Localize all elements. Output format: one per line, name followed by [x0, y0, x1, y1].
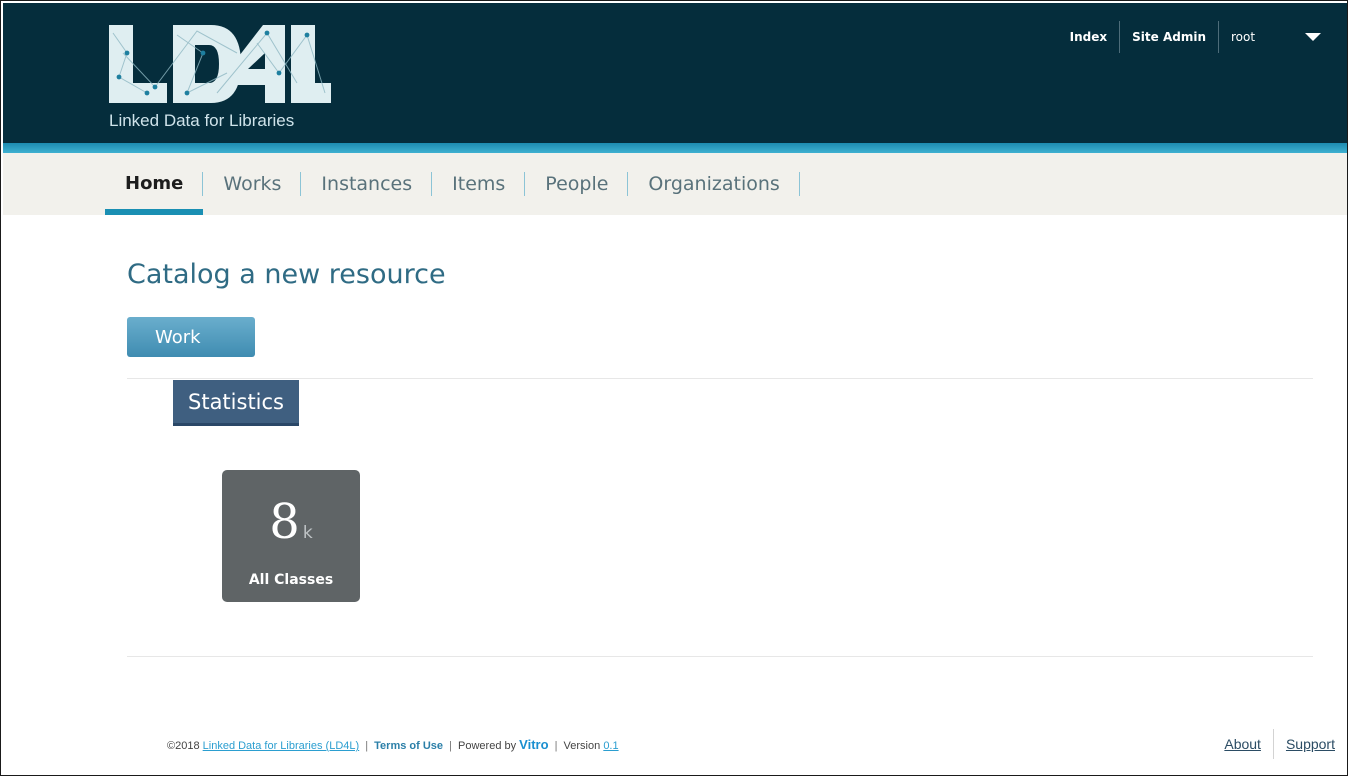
vitro-link[interactable]: Vitro [519, 737, 548, 752]
nav-item-label: People [545, 173, 609, 195]
nav-item-label: Organizations [648, 173, 780, 195]
primary-nav: Home Works Instances Items People Organi… [3, 153, 1347, 215]
page-title: Catalog a new resource [127, 259, 446, 290]
copyright-text: ©2018 [167, 740, 200, 752]
site-admin-link[interactable]: Site Admin [1120, 21, 1219, 53]
footer-separator: | [554, 740, 558, 752]
section-divider [127, 378, 1313, 379]
user-menu: Index Site Admin root [1058, 21, 1321, 53]
nav-item-label: Instances [321, 173, 413, 195]
version-link[interactable]: 0.1 [603, 740, 618, 752]
stat-unit: k [302, 523, 313, 543]
footer-separator: | [365, 740, 369, 752]
powered-by-text: Powered by [458, 740, 517, 752]
stat-tile-all-classes[interactable]: 8k All Classes [222, 470, 360, 602]
footer-credits: ©2018 Linked Data for Libraries (LD4L) |… [167, 737, 619, 752]
work-button[interactable]: Work [127, 317, 255, 357]
version-label: Version [563, 740, 601, 752]
active-tab-indicator [105, 209, 204, 215]
nav-item-label: Works [223, 173, 282, 195]
statistics-heading: Statistics [173, 380, 299, 426]
chevron-down-icon[interactable] [1305, 33, 1321, 41]
stat-value-group: 8k [222, 494, 360, 561]
primary-nav-list: Home Works Instances Items People Organi… [105, 153, 801, 215]
ld4l-logo-icon [109, 25, 331, 103]
logo-tagline: Linked Data for Libraries [109, 111, 295, 130]
footer-divider [127, 656, 1313, 657]
footer-separator: | [449, 740, 452, 752]
nav-item-instances[interactable]: Instances [301, 153, 432, 215]
terms-of-use-link[interactable]: Terms of Use [374, 740, 443, 752]
org-link[interactable]: Linked Data for Libraries (LD4L) [203, 740, 360, 752]
about-link[interactable]: About [1224, 729, 1274, 759]
support-link[interactable]: Support [1274, 729, 1335, 759]
stat-label: All Classes [248, 572, 334, 588]
index-link[interactable]: Index [1058, 21, 1121, 53]
nav-item-label: Items [452, 173, 506, 195]
header-accent-stripe [3, 143, 1347, 153]
nav-item-organizations[interactable]: Organizations [628, 153, 801, 215]
site-logo[interactable]: Linked Data for Libraries [107, 23, 347, 135]
nav-item-works[interactable]: Works [203, 153, 302, 215]
footer-links: About Support [1224, 729, 1335, 759]
app-frame: Linked Data for Libraries Index Site Adm… [0, 0, 1348, 776]
user-name[interactable]: root [1219, 21, 1301, 53]
nav-item-label: Home [125, 173, 184, 194]
nav-item-people[interactable]: People [525, 153, 629, 215]
site-header: Linked Data for Libraries Index Site Adm… [3, 3, 1347, 143]
nav-item-items[interactable]: Items [432, 153, 526, 215]
stat-value: 8 [269, 494, 300, 550]
nav-item-home[interactable]: Home [105, 153, 204, 215]
